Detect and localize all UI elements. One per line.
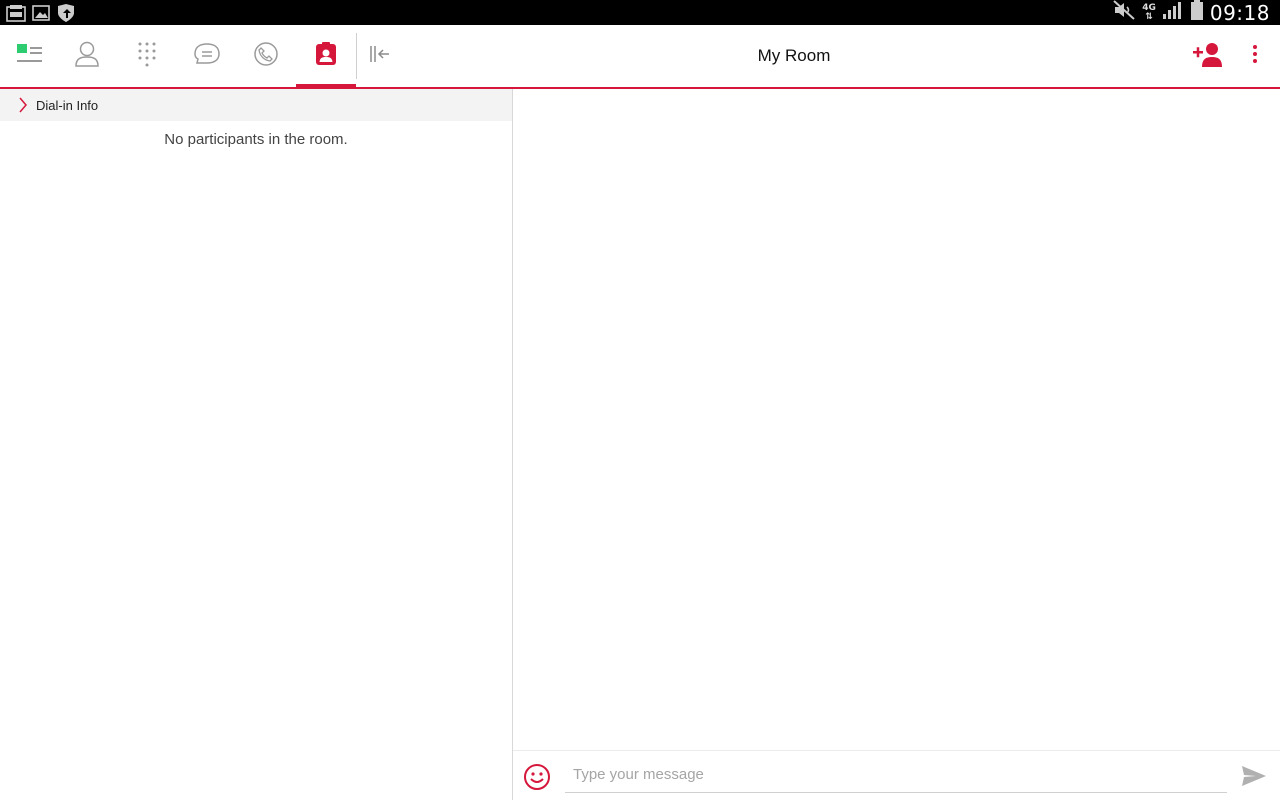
message-composer: [513, 750, 1280, 800]
call-history-icon: [252, 40, 280, 73]
contact-icon: [74, 40, 100, 73]
tab-call-history[interactable]: [236, 25, 296, 87]
gallery-icon: [32, 4, 50, 27]
tab-dialpad[interactable]: [117, 25, 177, 87]
more-vertical-icon: [1252, 44, 1258, 69]
add-person-icon: [1191, 40, 1225, 73]
message-input[interactable]: [565, 757, 1227, 793]
dial-in-info-toggle[interactable]: Dial-in Info: [0, 89, 512, 121]
participants-panel: Dial-in Info No participants in the room…: [0, 89, 513, 800]
add-participant-button[interactable]: [1188, 25, 1228, 87]
overflow-menu-button[interactable]: [1240, 25, 1270, 87]
collapse-panel-button[interactable]: [362, 25, 398, 87]
page-title: My Room: [757, 46, 831, 65]
tab-contacts[interactable]: [57, 25, 117, 87]
network-type: 4G ⇅: [1142, 2, 1156, 22]
chat-panel: [513, 89, 1280, 800]
status-bar: 4G ⇅ 09:18: [0, 0, 1280, 25]
signal-icon: [1162, 0, 1184, 25]
mute-icon: [1112, 0, 1136, 26]
toolbar: My Room: [0, 25, 1280, 89]
emoji-icon[interactable]: [523, 763, 551, 796]
tab-messages[interactable]: [176, 25, 236, 87]
empty-participants-message: No participants in the room.: [164, 131, 348, 148]
battery-icon: [1190, 0, 1204, 26]
presence-icon: [16, 42, 44, 71]
chevron-right-icon: [18, 97, 28, 113]
send-icon[interactable]: [1241, 765, 1267, 792]
tab-presence[interactable]: [0, 25, 60, 87]
collapse-panel-icon: [368, 44, 392, 69]
wallet-icon: [6, 4, 26, 27]
room-icon: [314, 41, 338, 72]
chat-icon: [191, 42, 221, 71]
dialpad-icon: [136, 41, 158, 72]
tab-my-room[interactable]: [296, 25, 356, 87]
clock: 09:18: [1209, 0, 1270, 25]
dial-in-info-label: Dial-in Info: [36, 97, 99, 113]
toolbar-divider: [356, 33, 357, 79]
